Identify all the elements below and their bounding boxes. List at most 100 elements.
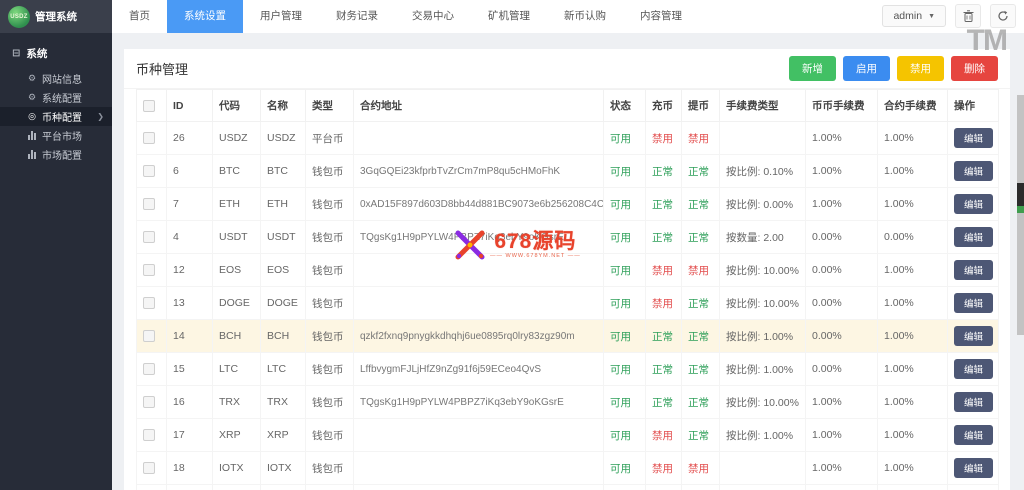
top-nav-item-tab[interactable]: 用户管理	[243, 0, 319, 33]
cell-type: 钱包币	[305, 253, 354, 287]
cell-sel	[136, 352, 167, 386]
cell-charge: 禁用	[645, 451, 682, 485]
scrollbar-thumb[interactable]	[1017, 183, 1024, 213]
cell-id: 16	[166, 385, 213, 419]
gear-icon: ⚙	[27, 92, 37, 102]
row-checkbox[interactable]	[143, 132, 155, 145]
cell-address: LffbvygmFJLjHfZ9nZg91f6j59ECeo4QvS	[353, 352, 604, 386]
cell-op: 编辑	[947, 484, 999, 490]
edit-button[interactable]: 编辑	[954, 161, 994, 181]
row-checkbox[interactable]	[143, 462, 155, 475]
cell-charge: 禁用	[645, 418, 682, 452]
sidebar-item[interactable]: 平台市场	[0, 126, 112, 145]
cell-name: EOS	[260, 253, 306, 287]
cell-withdraw: 正常	[681, 385, 720, 419]
cell-charge: 禁用	[645, 286, 682, 320]
row-checkbox[interactable]	[143, 231, 155, 244]
col-header-type: 类型	[305, 89, 354, 122]
edit-button[interactable]: 编辑	[954, 458, 994, 478]
table-row-EOS: 12 EOS EOS 钱包币 可用 禁用 禁用 按比例: 10.00% 0.00% 1.00% 编辑	[136, 253, 999, 287]
cell-fee_contract: 1.00%	[877, 154, 948, 188]
sidebar-item-label: 市场配置	[42, 151, 82, 162]
edit-button[interactable]: 编辑	[954, 392, 994, 412]
sidebar-item-label: 平台市场	[42, 132, 82, 143]
top-nav-item-tab[interactable]: 内容管理	[623, 0, 699, 33]
top-nav-item-tab[interactable]: 新币认购	[547, 0, 623, 33]
edit-button[interactable]: 编辑	[954, 260, 994, 280]
cell-withdraw: 正常	[681, 484, 720, 490]
cell-fee_contract: 1.00%	[877, 187, 948, 221]
row-checkbox[interactable]	[143, 429, 155, 442]
top-nav-item-tab[interactable]: 矿机管理	[471, 0, 547, 33]
cell-name: TRX	[260, 385, 306, 419]
sidebar-group-system[interactable]: ⊟ 系统	[0, 33, 112, 69]
table-row-LTC: 15 LTC LTC 钱包币 LffbvygmFJLjHfZ9nZg91f6j59ECe…	[136, 352, 999, 386]
cell-type: 钱包币	[305, 451, 354, 485]
row-checkbox[interactable]	[143, 198, 155, 211]
edit-button[interactable]: 编辑	[954, 359, 994, 379]
vertical-scrollbar[interactable]	[1017, 95, 1024, 335]
row-checkbox[interactable]	[143, 363, 155, 376]
edit-button[interactable]: 编辑	[954, 128, 994, 148]
cell-status: 可用	[603, 286, 646, 320]
cell-address: 3GqGQEi23kfprbTvZrCm7mP8qu5cHMoFhK	[353, 154, 604, 188]
cell-id: 12	[166, 253, 213, 287]
cell-fee_type: 按比例: 1.00%	[719, 352, 806, 386]
cell-fee_contract: 1.00%	[877, 286, 948, 320]
cell-code: DOGE	[212, 286, 261, 320]
toolbar-button[interactable]: 启用	[843, 56, 890, 81]
cell-charge: 正常	[645, 154, 682, 188]
cell-withdraw: 正常	[681, 187, 720, 221]
cell-fee_coin: 0.00%	[805, 319, 878, 353]
content-card: 币种管理 新增 启用 禁用 删除 ID 代码 名称 类型 合约地址 状态 充币 提币 手续费类型 币币手…	[124, 49, 1010, 490]
cell-id: 4	[166, 220, 213, 254]
cell-code: BCH	[212, 319, 261, 353]
target-icon: ◎	[28, 111, 36, 121]
toolbar-button[interactable]: 禁用	[897, 56, 944, 81]
top-nav-item-tab[interactable]: 财务记录	[319, 0, 395, 33]
top-nav-item-tab[interactable]: 交易中心	[395, 0, 471, 33]
cell-status: 可用	[603, 484, 646, 490]
cell-address: qzkf2fxnq9pnygkkdhqhj6ue0895rq0lry83zgz9…	[353, 319, 604, 353]
cell-fee_coin: 1.00%	[805, 121, 878, 155]
select-all-checkbox[interactable]	[143, 99, 155, 112]
edit-button[interactable]: 编辑	[954, 326, 994, 346]
row-checkbox[interactable]	[143, 297, 155, 310]
cell-status: 可用	[603, 418, 646, 452]
cell-op: 编辑	[947, 253, 999, 287]
sidebar-item[interactable]: ◎ 币种配置 ❯	[0, 107, 112, 126]
row-checkbox[interactable]	[143, 396, 155, 409]
chevron-right-icon: ❯	[97, 112, 104, 121]
cell-id: 6	[166, 154, 213, 188]
cell-charge: 正常	[645, 319, 682, 353]
cell-type: 钱包币	[305, 187, 354, 221]
top-nav-item-tab[interactable]: 首页	[112, 0, 167, 33]
sidebar-item[interactable]: ⚙ 系统配置	[0, 88, 112, 107]
cell-fee_coin: 0.00%	[805, 352, 878, 386]
refresh-button[interactable]	[990, 4, 1016, 28]
sidebar-item[interactable]: ⚙ 网站信息	[0, 69, 112, 88]
toolbar-button[interactable]: 新增	[789, 56, 836, 81]
cell-fee_coin: 0.00%	[805, 484, 878, 490]
top-nav-item-active[interactable]: 系统设置	[167, 0, 243, 33]
sidebar-item[interactable]: 市场配置	[0, 145, 112, 164]
edit-button[interactable]: 编辑	[954, 194, 994, 214]
cell-id: 15	[166, 352, 213, 386]
trash-button[interactable]	[955, 4, 981, 28]
admin-user-dropdown[interactable]: admin ▼	[882, 5, 946, 27]
cell-fee_contract: 1.00%	[877, 451, 948, 485]
table-body: 26 USDZ USDZ 平台币 可用 禁用 禁用 1.00% 1.00% 编辑 6 BTC BTC 钱包…	[136, 121, 999, 490]
cell-name: IOTX	[260, 451, 306, 485]
cell-sel	[136, 484, 167, 490]
col-header-op: 操作	[947, 89, 999, 122]
toolbar-button[interactable]: 删除	[951, 56, 998, 81]
toolbar: 新增 启用 禁用 删除	[789, 56, 998, 81]
edit-button[interactable]: 编辑	[954, 227, 994, 247]
page-header: 币种管理 新增 启用 禁用 删除	[124, 49, 1010, 89]
edit-button[interactable]: 编辑	[954, 425, 994, 445]
row-checkbox[interactable]	[143, 264, 155, 277]
row-checkbox[interactable]	[143, 330, 155, 343]
edit-button[interactable]: 编辑	[954, 293, 994, 313]
row-checkbox[interactable]	[143, 165, 155, 178]
cell-sel	[136, 253, 167, 287]
